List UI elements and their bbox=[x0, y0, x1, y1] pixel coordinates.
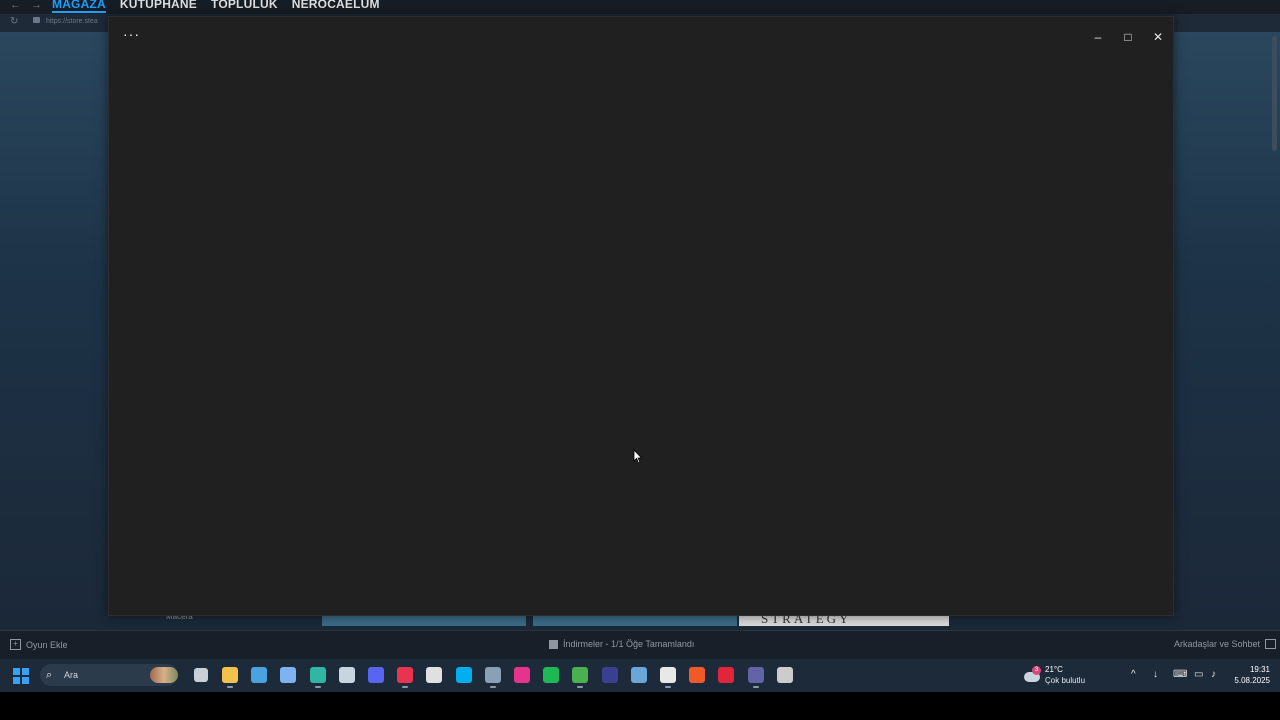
steam-icon[interactable] bbox=[339, 667, 355, 683]
skype-icon[interactable] bbox=[456, 667, 472, 683]
microphone-icon[interactable]: ↓ bbox=[1153, 669, 1158, 680]
volume-icon[interactable]: ♪ bbox=[1211, 669, 1216, 680]
forward-arrow-icon[interactable]: → bbox=[31, 0, 42, 11]
taskbar-search[interactable]: ⌕ Ara bbox=[40, 664, 178, 686]
tab-store[interactable]: MAĞAZA bbox=[52, 0, 106, 13]
search-icon: ⌕ bbox=[46, 669, 53, 681]
keyboard-icon[interactable]: ⌨ bbox=[1173, 669, 1187, 680]
maximize-button[interactable]: □ bbox=[1113, 27, 1143, 47]
red-app-icon[interactable] bbox=[718, 667, 734, 683]
calendar-icon[interactable] bbox=[660, 667, 676, 688]
spotify-icon[interactable] bbox=[543, 667, 559, 683]
file-explorer-icon[interactable] bbox=[222, 667, 238, 688]
download-icon bbox=[549, 639, 558, 649]
weather-condition: Çok bulutlu bbox=[1045, 676, 1086, 685]
more-options-icon[interactable]: ··· bbox=[123, 27, 140, 41]
steam-nav-tabs: MAĞAZA KÜTÜPHANE TOPLULUK NEROCAELUM bbox=[52, 0, 380, 13]
teams-icon[interactable] bbox=[748, 667, 764, 688]
back-arrow-icon[interactable]: ← bbox=[10, 0, 21, 11]
clock-time: 19:31 bbox=[1249, 665, 1270, 674]
opera-gx-icon[interactable] bbox=[397, 667, 413, 688]
blank-popup-window: ··· – □ ✕ bbox=[108, 16, 1174, 616]
notification-badge: 3 bbox=[1032, 666, 1041, 675]
dev-tool-icon[interactable] bbox=[631, 667, 647, 683]
search-highlight-icon bbox=[150, 667, 178, 683]
close-button[interactable]: ✕ bbox=[1143, 27, 1173, 47]
settings-icon[interactable] bbox=[251, 667, 267, 683]
nav-arrows: ← → bbox=[10, 0, 42, 11]
weather-widget[interactable]: 3 21°C Çok bulutlu bbox=[1024, 664, 1094, 688]
edge-icon[interactable] bbox=[310, 667, 326, 688]
screen-bottom-strip bbox=[0, 692, 1280, 720]
network-icon[interactable] bbox=[485, 667, 501, 688]
epic-games-icon[interactable] bbox=[426, 667, 442, 683]
steam-top-bar: ← → MAĞAZA KÜTÜPHANE TOPLULUK NEROCAELUM bbox=[0, 0, 1280, 14]
add-game-button[interactable]: + Oyun Ekle bbox=[10, 639, 68, 650]
app-pink-icon[interactable] bbox=[514, 667, 530, 683]
weather-temp: 21°C bbox=[1045, 665, 1063, 674]
steam-bottom-bar: + Oyun Ekle İndirmeler - 1/1 Öğe Tamamla… bbox=[0, 630, 1280, 659]
reload-icon[interactable]: ↻ bbox=[10, 16, 18, 27]
clock-app-icon[interactable] bbox=[777, 667, 793, 683]
add-game-label: Oyun Ekle bbox=[26, 639, 68, 650]
steam-scrollbar[interactable] bbox=[1272, 36, 1277, 151]
lock-icon bbox=[33, 17, 40, 23]
mm-app-icon[interactable] bbox=[602, 667, 618, 683]
tab-profile[interactable]: NEROCAELUM bbox=[292, 0, 380, 13]
show-hidden-icons-chevron[interactable]: ^ bbox=[1131, 669, 1136, 680]
search-placeholder: Ara bbox=[64, 670, 79, 680]
copilot-icon[interactable] bbox=[280, 667, 296, 683]
minimize-button[interactable]: – bbox=[1083, 27, 1113, 47]
tab-community[interactable]: TOPLULUK bbox=[211, 0, 278, 13]
display-icon[interactable]: ▭ bbox=[1194, 669, 1203, 680]
ea-app-icon[interactable] bbox=[689, 667, 705, 683]
discord-icon[interactable] bbox=[368, 667, 384, 683]
tab-library[interactable]: KÜTÜPHANE bbox=[120, 0, 197, 13]
url-text[interactable]: https://store.stea bbox=[46, 18, 98, 25]
system-clock[interactable]: 19:31 5.08.2025 bbox=[1232, 664, 1270, 686]
downloads-label: İndirmeler - 1/1 Öğe Tamamlandı bbox=[563, 639, 695, 649]
plus-icon: + bbox=[10, 639, 21, 650]
downloads-status[interactable]: İndirmeler - 1/1 Öğe Tamamlandı bbox=[549, 639, 694, 649]
friends-chat-button[interactable]: Arkadaşlar ve Sohbet bbox=[1174, 639, 1277, 649]
windows-taskbar: ⌕ Ara 3 21°C Çok bulutlu ^ ↓ ⌨ ▭ ♪ 19:31… bbox=[0, 659, 1280, 692]
friends-label: Arkadaşlar ve Sohbet bbox=[1174, 639, 1261, 649]
windows-start-icon[interactable] bbox=[13, 668, 29, 684]
chat-icon bbox=[1265, 639, 1277, 649]
clock-date: 5.08.2025 bbox=[1234, 676, 1270, 685]
minecraft-icon[interactable] bbox=[572, 667, 588, 688]
task-view-icon[interactable] bbox=[194, 668, 208, 682]
